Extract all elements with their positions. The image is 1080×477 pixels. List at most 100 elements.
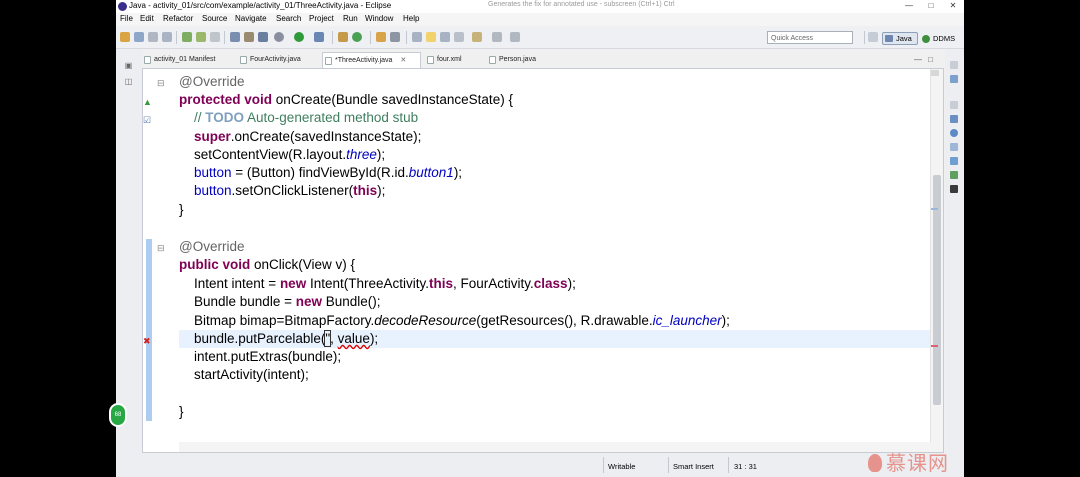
logcat-icon[interactable] (950, 171, 958, 179)
eclipse-window: Java - activity_01/src/com/example/activ… (116, 0, 964, 477)
package-explorer-icon[interactable]: ◫ (124, 77, 133, 86)
tab-label: Person.java (499, 56, 536, 63)
problems-icon[interactable] (950, 115, 958, 123)
menu-source[interactable]: Source (202, 14, 227, 23)
error-squiggle[interactable]: value (338, 331, 370, 346)
code-editor[interactable]: ⊟ ▲ ☑ ⊟ ✖ @Override protected void onCre… (142, 68, 944, 453)
toolbar-separator (406, 31, 407, 44)
toggle-highlight-icon[interactable] (426, 32, 436, 42)
console-icon[interactable] (950, 157, 958, 165)
window-title: Java - activity_01/src/com/example/activ… (129, 1, 392, 10)
toolbar-separator (370, 31, 371, 44)
lint-icon[interactable] (210, 32, 220, 42)
minimize-icon[interactable]: — (902, 1, 916, 11)
restore-view-icon[interactable] (950, 61, 958, 69)
new-java-project-icon[interactable] (338, 32, 348, 42)
java-file-icon (240, 56, 247, 64)
menu-run[interactable]: Run (343, 14, 358, 23)
open-type-icon[interactable] (376, 32, 386, 42)
code-line: intent.putExtras(bundle); (194, 349, 342, 364)
perspective-ddms-button[interactable]: DDMS (922, 32, 955, 45)
overview-ruler-mark[interactable] (931, 208, 938, 210)
toggle-breakpoint-icon[interactable] (244, 32, 254, 42)
tab-threeactivity[interactable]: *ThreeActivity.java ✕ (322, 52, 421, 68)
debug-icon[interactable] (274, 32, 284, 42)
java-file-icon (325, 57, 332, 65)
maximize-icon[interactable]: □ (924, 1, 938, 11)
save-all-icon[interactable] (148, 32, 158, 42)
ghost-tooltip-text: Generates the fix for annotated use - su… (488, 1, 675, 8)
menu-edit[interactable]: Edit (140, 14, 154, 23)
override-marker-icon: ▲ (143, 97, 152, 107)
new-class-icon[interactable] (352, 32, 362, 42)
back-icon[interactable] (492, 32, 502, 42)
last-edit-icon[interactable] (472, 32, 482, 42)
fold-icon[interactable]: ⊟ (157, 78, 165, 88)
restore-view-icon[interactable] (950, 101, 958, 109)
new-icon[interactable] (120, 32, 130, 42)
floating-badge[interactable]: 68 (109, 403, 127, 427)
tab-label: FourActivity.java (250, 56, 301, 63)
tab-manifest[interactable]: activity_01 Manifest (142, 52, 238, 68)
toolbar-separator (176, 31, 177, 44)
code-line: } (179, 404, 184, 419)
save-icon[interactable] (134, 32, 144, 42)
minimize-editor-icon[interactable]: — (914, 55, 922, 64)
menu-navigate[interactable]: Navigate (235, 14, 267, 23)
print-icon[interactable] (162, 32, 172, 42)
tab-close-icon[interactable]: ✕ (394, 57, 406, 64)
code-line: // TODO Auto-generated method stub (194, 110, 419, 125)
menu-search[interactable]: Search (276, 14, 301, 23)
terminal-icon[interactable] (230, 32, 240, 42)
ddms-perspective-icon (922, 35, 930, 43)
code-line: Bundle bundle = new Bundle(); (194, 294, 381, 309)
external-tools-icon[interactable] (314, 32, 324, 42)
tab-person[interactable]: Person.java (487, 52, 557, 68)
toolbar-separator (224, 31, 225, 44)
code-line: Intent intent = new Intent(ThreeActivity… (194, 276, 576, 291)
android-avd-icon[interactable] (196, 32, 206, 42)
skip-breakpoints-icon[interactable] (258, 32, 268, 42)
vertical-scrollbar[interactable] (930, 69, 943, 452)
code-line: protected void onCreate(Bundle savedInst… (179, 92, 513, 107)
perspective-ddms-label: DDMS (933, 34, 956, 43)
tab-fouractivity[interactable]: FourActivity.java (238, 52, 322, 68)
run-icon[interactable] (294, 32, 304, 42)
watermark-logo: 慕课网 (868, 447, 949, 476)
perspective-java-button[interactable]: Java (882, 32, 918, 45)
menu-project[interactable]: Project (309, 14, 334, 23)
progress-icon[interactable] (950, 185, 958, 193)
declaration-icon[interactable] (950, 143, 958, 151)
menu-help[interactable]: Help (403, 14, 419, 23)
code-line: Bitmap bimap=BitmapFactory.decodeResourc… (194, 313, 730, 328)
forward-icon[interactable] (510, 32, 520, 42)
tab-label: activity_01 Manifest (154, 56, 216, 63)
tab-four-xml[interactable]: four.xml (425, 52, 483, 68)
overview-error-mark[interactable] (931, 345, 938, 347)
show-whitespace-icon[interactable] (440, 32, 450, 42)
android-sdk-icon[interactable] (182, 32, 192, 42)
restore-view-icon[interactable]: ▣ (124, 61, 133, 70)
menu-window[interactable]: Window (365, 14, 393, 23)
title-bar: Java - activity_01/src/com/example/activ… (116, 0, 964, 13)
open-perspective-icon[interactable] (868, 32, 878, 42)
javadoc-icon[interactable] (950, 129, 958, 137)
code-line: @Override (179, 239, 245, 254)
search-icon[interactable] (390, 32, 400, 42)
quick-access-input[interactable]: Quick Access (767, 31, 853, 44)
maximize-editor-icon[interactable]: □ (928, 55, 933, 64)
fold-icon[interactable]: ⊟ (157, 243, 165, 253)
toolbar-separator (332, 31, 333, 44)
mark-occurrences-icon[interactable] (412, 32, 422, 42)
outline-icon[interactable] (950, 75, 958, 83)
java-perspective-icon (885, 35, 893, 42)
close-icon[interactable]: ✕ (946, 1, 960, 11)
horizontal-scrollbar[interactable] (179, 442, 931, 452)
menu-refactor[interactable]: Refactor (163, 14, 193, 23)
status-bar: Writable Smart Insert 31 : 31 (116, 453, 964, 477)
block-selection-icon[interactable] (454, 32, 464, 42)
menu-file[interactable]: File (120, 14, 133, 23)
toolbar-separator (864, 31, 865, 44)
error-marker-icon[interactable]: ✖ (143, 336, 151, 346)
code-area[interactable]: @Override protected void onCreate(Bundle… (179, 69, 931, 452)
